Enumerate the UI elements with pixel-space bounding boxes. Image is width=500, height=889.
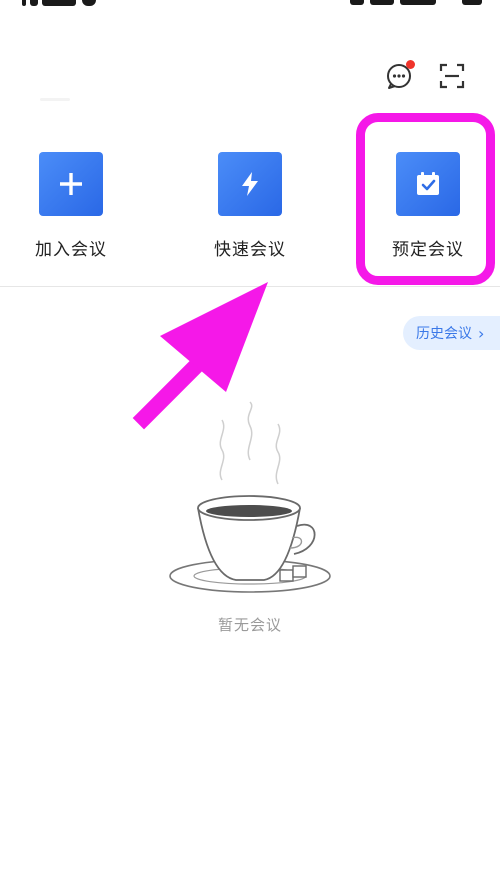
schedule-tile xyxy=(396,152,460,216)
message-button[interactable] xyxy=(381,58,417,94)
history-meetings-button[interactable]: 历史会议 › xyxy=(403,316,500,350)
join-meeting-label: 加入会议 xyxy=(35,240,107,260)
faint-mark xyxy=(40,98,70,101)
join-tile xyxy=(39,152,103,216)
plus-icon xyxy=(60,173,82,195)
quick-meeting-label: 快速会议 xyxy=(214,240,286,260)
schedule-meeting-label: 预定会议 xyxy=(392,240,464,260)
quick-meeting-button[interactable]: 快速会议 xyxy=(195,152,305,260)
join-meeting-button[interactable]: 加入会议 xyxy=(16,152,126,260)
chevron-right-icon: › xyxy=(478,323,485,343)
coffee-cup-illustration xyxy=(169,401,331,593)
scan-button[interactable] xyxy=(434,58,470,94)
quick-tile xyxy=(218,152,282,216)
calendar-check-icon xyxy=(417,172,439,195)
empty-state-text: 暂无会议 xyxy=(217,616,282,634)
scan-icon xyxy=(439,63,465,89)
battery-area xyxy=(350,0,490,8)
lightning-icon xyxy=(242,172,258,196)
notification-dot xyxy=(406,60,415,69)
status-bar xyxy=(0,0,500,12)
schedule-meeting-button[interactable]: 预定会议 xyxy=(373,152,483,260)
carrier-signal xyxy=(22,0,112,8)
history-meetings-label: 历史会议 xyxy=(416,326,472,342)
